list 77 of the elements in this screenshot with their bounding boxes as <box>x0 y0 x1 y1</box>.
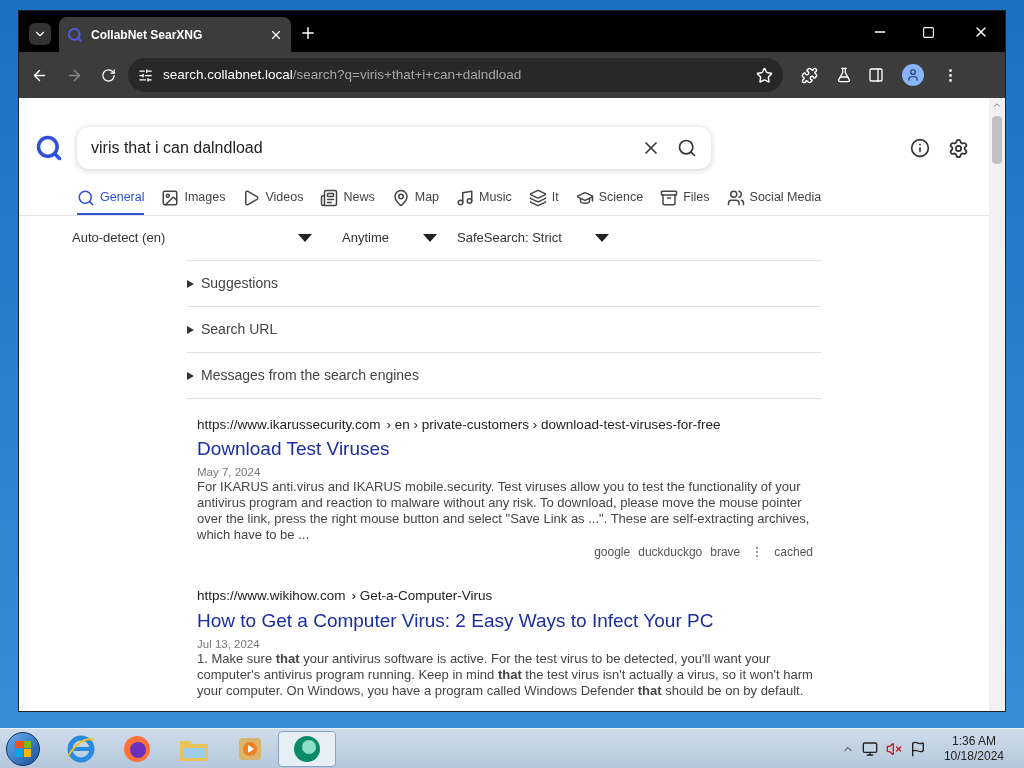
category-tab[interactable]: It <box>528 188 559 215</box>
search-field[interactable]: viris that i can dalndload <box>77 127 711 169</box>
disclosure-triangle-icon <box>187 371 194 380</box>
category-tab[interactable]: Map <box>391 188 440 215</box>
category-tab[interactable]: Social Media <box>726 188 822 215</box>
profile-icon[interactable] <box>902 64 924 86</box>
category-tab[interactable]: Images <box>161 188 226 215</box>
result-url: https://www.ikarussecurity.com <box>197 416 381 434</box>
filter-dropdown[interactable]: Auto-detect (en) <box>72 228 312 248</box>
clock-date: 10/18/2024 <box>943 748 1004 764</box>
result-snippet: 1. Make sure that your antivirus software is active. For the test virus to be detected, you'll want your computer's antivirus program running. Keep in mind that the test virus isn't actually a virus, so it won't harm your computer. On Windows, you have a program called Windows Defender that should be on by default. <box>197 650 813 699</box>
browser-e-icon[interactable] <box>66 733 96 764</box>
disclosure-triangle-icon <box>187 325 194 334</box>
new-tab-icon[interactable] <box>299 24 317 42</box>
result-date: May 7, 2024 <box>197 465 262 480</box>
filter-dropdown[interactable]: SafeSearch: Strict <box>457 228 609 248</box>
category-tab[interactable]: Music <box>456 188 512 215</box>
reload-icon[interactable] <box>101 67 116 83</box>
newspaper-icon <box>320 188 339 207</box>
start-button[interactable] <box>6 731 40 766</box>
tab-list-button[interactable] <box>29 23 51 45</box>
cached-link[interactable]: cached <box>774 544 813 561</box>
flask-icon[interactable] <box>836 67 852 83</box>
scrollbar[interactable] <box>989 98 1005 711</box>
address-bar[interactable]: search.collabnet.local/search?q=viris+that+i+can+dalndload <box>128 58 783 92</box>
filter-dropdown[interactable]: Anytime <box>342 228 437 248</box>
result-snippet: For IKARUS anti.virus and IKARUS mobile.security. Test viruses allow you to test the functionality of your antivirus program and reaction to malware without any risk. To download, please move the mouse pointer over the link, press the right mouse button and select "Save Link as ...". These are self-extracting archives, which have to be ... <box>197 479 811 544</box>
settings-icon[interactable] <box>948 137 969 159</box>
image-icon <box>161 188 180 207</box>
side-panel-icon[interactable] <box>868 67 884 83</box>
engine-name: duckduckgo <box>638 544 703 561</box>
site-settings-icon[interactable] <box>138 67 153 83</box>
people-icon <box>726 188 745 207</box>
engine-name: google <box>594 544 631 561</box>
muted-speaker-icon[interactable] <box>885 740 902 757</box>
search-icon <box>77 188 95 207</box>
bookmark-star-icon[interactable] <box>756 66 773 84</box>
search-icon <box>67 26 83 43</box>
music-note-icon <box>456 188 475 207</box>
result-date: Jul 13, 2024 <box>197 636 261 651</box>
play-icon <box>242 188 261 207</box>
collapsible-section[interactable]: Search URL <box>187 306 821 352</box>
dropdown-arrow-icon <box>423 234 437 242</box>
disclosure-triangle-icon <box>187 279 194 288</box>
map-pin-icon <box>391 188 410 207</box>
swirl-app-icon <box>292 733 322 764</box>
category-tab[interactable]: News <box>320 188 375 215</box>
clock-time: 1:36 AM <box>951 733 996 749</box>
fox-globe-icon[interactable] <box>122 733 152 764</box>
network-icon[interactable] <box>861 740 878 757</box>
collapsible-section[interactable]: Suggestions <box>187 260 821 306</box>
layers-icon <box>528 188 547 207</box>
result-breadcrumb: › en › private-customers › download-test-viruses-for-free <box>386 416 721 434</box>
flag-icon[interactable] <box>909 740 926 757</box>
taskbar-app-button[interactable] <box>278 730 336 767</box>
url-text: search.collabnet.local/search?q=viris+that+i+can+dalndload <box>163 65 523 84</box>
engine-name: brave <box>710 544 741 561</box>
tab-title: CollabNet SearXNG <box>91 26 204 44</box>
category-tab[interactable]: Videos <box>242 188 304 215</box>
info-icon[interactable] <box>910 138 930 158</box>
category-tab[interactable]: Files <box>660 188 710 215</box>
search-logo-icon <box>35 134 63 162</box>
collapsible-section[interactable]: Messages from the search engines <box>187 352 821 398</box>
result-breadcrumb: › Get-a-Computer-Virus <box>351 587 493 606</box>
result-title-link[interactable]: Download Test Viruses <box>197 437 813 462</box>
maximize-icon[interactable] <box>922 26 935 39</box>
scrollbar-thumb[interactable] <box>992 116 1002 164</box>
result-url: https://www.wikihow.com <box>197 587 346 606</box>
dropdown-arrow-icon <box>595 234 609 242</box>
category-tab[interactable]: General <box>77 188 145 215</box>
dropdown-arrow-icon <box>298 234 312 242</box>
result-title-link[interactable]: How to Get a Computer Virus: 2 Easy Ways to Infect Your PC <box>197 608 813 633</box>
category-tab[interactable]: Science <box>575 188 644 215</box>
tray-icon <box>660 188 679 207</box>
search-icon[interactable] <box>677 138 697 158</box>
puzzle-icon[interactable] <box>801 66 818 84</box>
browser-tab[interactable]: CollabNet SearXNG <box>59 17 291 52</box>
